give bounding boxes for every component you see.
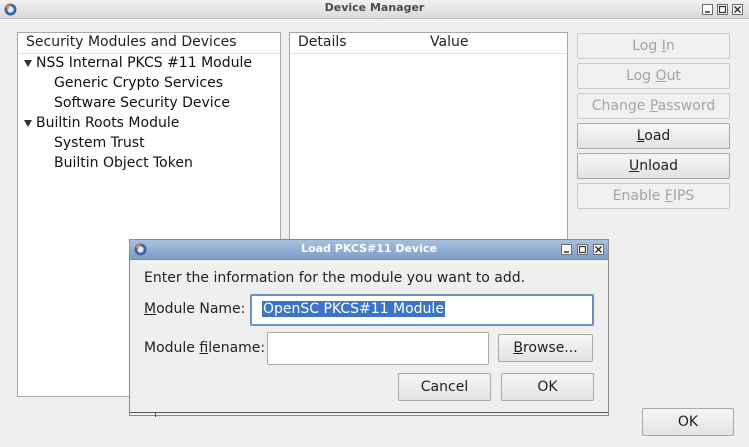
login-label-post: n — [665, 38, 675, 54]
tree-item-builtin-object-token[interactable]: Builtin Object Token — [54, 155, 193, 171]
module-name-accel: M — [144, 301, 157, 317]
login-label-pre: Log — [632, 38, 662, 54]
enable-fips-button[interactable]: Enable FIPS — [577, 183, 730, 209]
dialog-titlebar[interactable]: Load PKCS#11 Device — [130, 240, 608, 260]
module-filename-label-post: ilename: — [208, 340, 266, 356]
enable-fips-accel: F — [664, 188, 673, 204]
unload-label-post: nload — [639, 158, 679, 174]
tree-item-software-security[interactable]: Software Security Device — [54, 95, 230, 111]
minimize-icon[interactable] — [561, 244, 572, 255]
dialog-bottom-tick — [155, 412, 156, 417]
enable-fips-label-pre: Enable — [612, 188, 665, 204]
cancel-button[interactable]: Cancel — [398, 373, 491, 401]
browse-accel: B — [513, 340, 523, 356]
dialog-title: Load PKCS#11 Device — [301, 242, 437, 255]
close-icon[interactable] — [732, 4, 743, 15]
details-column-header[interactable]: Details — [298, 34, 347, 50]
minimize-icon[interactable] — [702, 4, 713, 15]
browse-label-post: rowse... — [522, 340, 578, 356]
unload-accel: U — [628, 158, 640, 174]
value-column-header[interactable]: Value — [430, 34, 468, 50]
details-header-divider — [290, 53, 567, 54]
login-button[interactable]: Log In — [577, 33, 730, 59]
logout-label-pre: Log — [626, 68, 656, 84]
unload-button[interactable]: Unload — [577, 153, 730, 179]
dialog-ok-button[interactable]: OK — [501, 373, 594, 401]
tree-item-builtin-roots[interactable]: Builtin Roots Module — [36, 115, 179, 131]
load-label-post: oad — [644, 128, 671, 144]
tree-item-system-trust[interactable]: System Trust — [54, 135, 145, 151]
change-password-button[interactable]: Change Password — [577, 93, 730, 119]
enable-fips-label-post: IPS — [672, 188, 695, 204]
module-filename-label-pre: Module — [144, 340, 200, 356]
tree-item-generic-crypto[interactable]: Generic Crypto Services — [54, 75, 223, 91]
module-filename-accel: f — [199, 340, 209, 356]
change-password-label-pre: Change — [591, 98, 650, 114]
change-password-label-post: assword — [657, 98, 716, 114]
module-name-label-post: odule Name: — [156, 301, 246, 317]
dialog-instruction: Enter the information for the module you… — [144, 270, 526, 286]
logout-label-post: ut — [666, 68, 681, 84]
window-titlebar[interactable]: Device Manager — [0, 0, 749, 19]
browse-button[interactable]: Browse... — [498, 334, 593, 362]
module-name-input[interactable]: OpenSC PKCS#11 Module — [250, 294, 594, 326]
logout-accel: O — [655, 68, 667, 84]
tree-item-nss-internal[interactable]: NSS Internal PKCS #11 Module — [36, 55, 252, 71]
dialog-bottom-edge — [130, 412, 608, 413]
module-filename-input[interactable] — [267, 332, 489, 365]
load-device-dialog[interactable]: Load PKCS#11 Device Enter the informatio… — [129, 239, 609, 416]
tree-header-divider — [18, 53, 280, 54]
close-icon[interactable] — [593, 244, 604, 255]
load-button[interactable]: Load — [577, 123, 730, 149]
change-password-accel: P — [649, 98, 658, 114]
module-filename-label: Module filename: — [144, 340, 265, 356]
expand-twisty-icon[interactable] — [24, 60, 32, 67]
tree-header[interactable]: Security Modules and Devices — [26, 34, 237, 50]
maximize-icon[interactable] — [577, 244, 588, 255]
window-title: Device Manager — [324, 1, 425, 14]
expand-twisty-icon[interactable] — [24, 120, 32, 127]
main-ok-button[interactable]: OK — [642, 408, 734, 436]
module-name-value: OpenSC PKCS#11 Module — [262, 301, 445, 317]
logout-button[interactable]: Log Out — [577, 63, 730, 89]
maximize-icon[interactable] — [717, 4, 728, 15]
module-name-label: Module Name: — [144, 301, 245, 317]
